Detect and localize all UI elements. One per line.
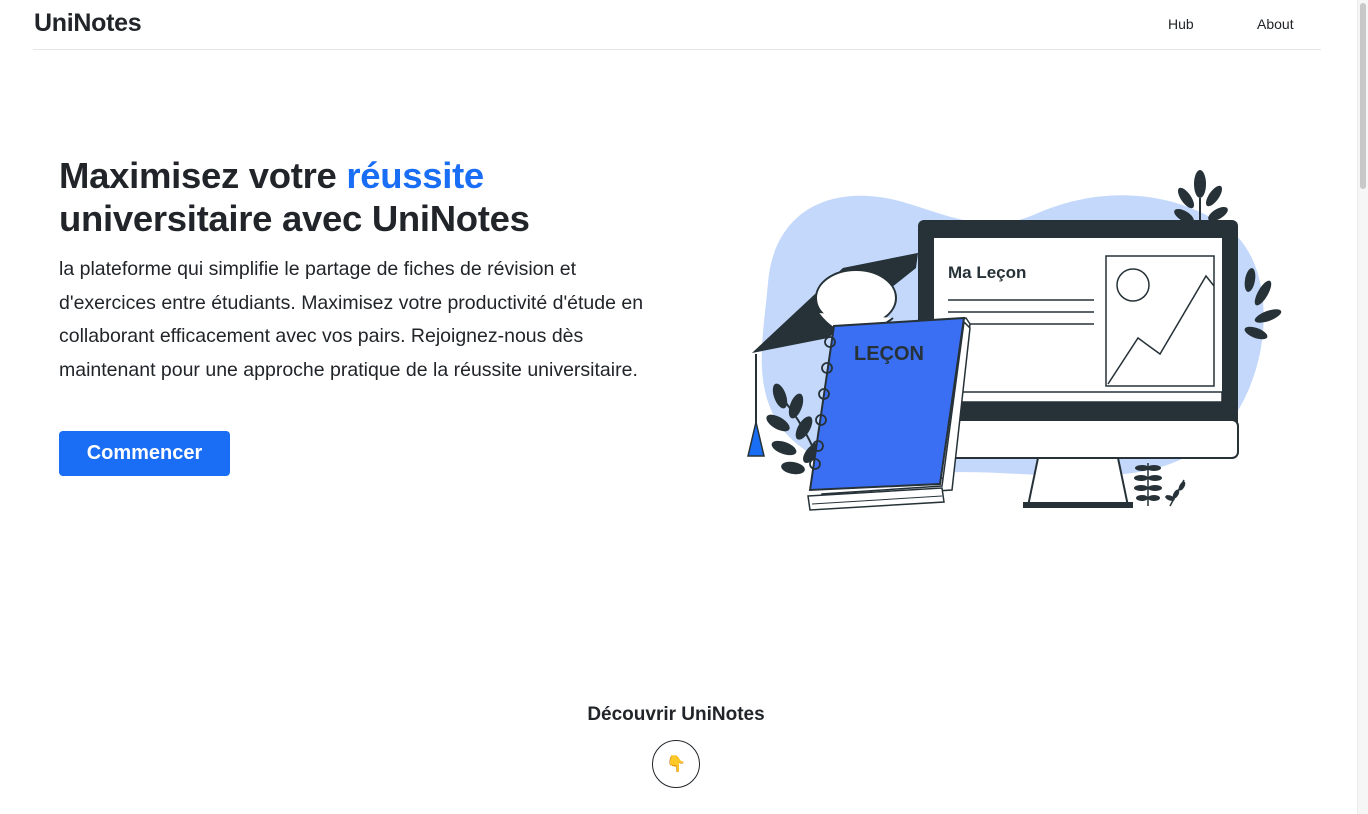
navbar: UniNotes Hub About: [33, 0, 1321, 50]
scrollbar-thumb[interactable]: [1360, 3, 1366, 189]
discover-label: Découvrir UniNotes: [587, 704, 765, 725]
hero-title-part2: universitaire avec UniNotes: [59, 198, 530, 239]
plant-icon: [1134, 463, 1186, 507]
hero-description: la plateforme qui simplifie le partage d…: [59, 258, 644, 381]
scroll-down-button[interactable]: 👇: [652, 740, 700, 788]
nav-link-hub[interactable]: Hub: [1168, 16, 1194, 32]
start-button[interactable]: Commencer: [59, 431, 230, 476]
notebook-icon: LEÇON: [807, 316, 971, 511]
hero-title-part1: Maximisez votre: [59, 155, 347, 196]
screen-title: Ma Leçon: [948, 263, 1026, 282]
hero-title-accent: réussite: [346, 155, 484, 196]
hero-illustration: Ma Leçon LEÇON: [747, 170, 1282, 511]
plant-icon: [1174, 170, 1228, 228]
scrollbar[interactable]: [1357, 0, 1368, 814]
hero-title: Maximisez votre réussite universitaire a…: [59, 154, 659, 240]
brand-logo[interactable]: UniNotes: [34, 9, 142, 38]
pointing-down-icon: 👇: [666, 756, 686, 773]
notebook-label: LEÇON: [854, 343, 924, 365]
nav-link-about[interactable]: About: [1257, 16, 1294, 32]
